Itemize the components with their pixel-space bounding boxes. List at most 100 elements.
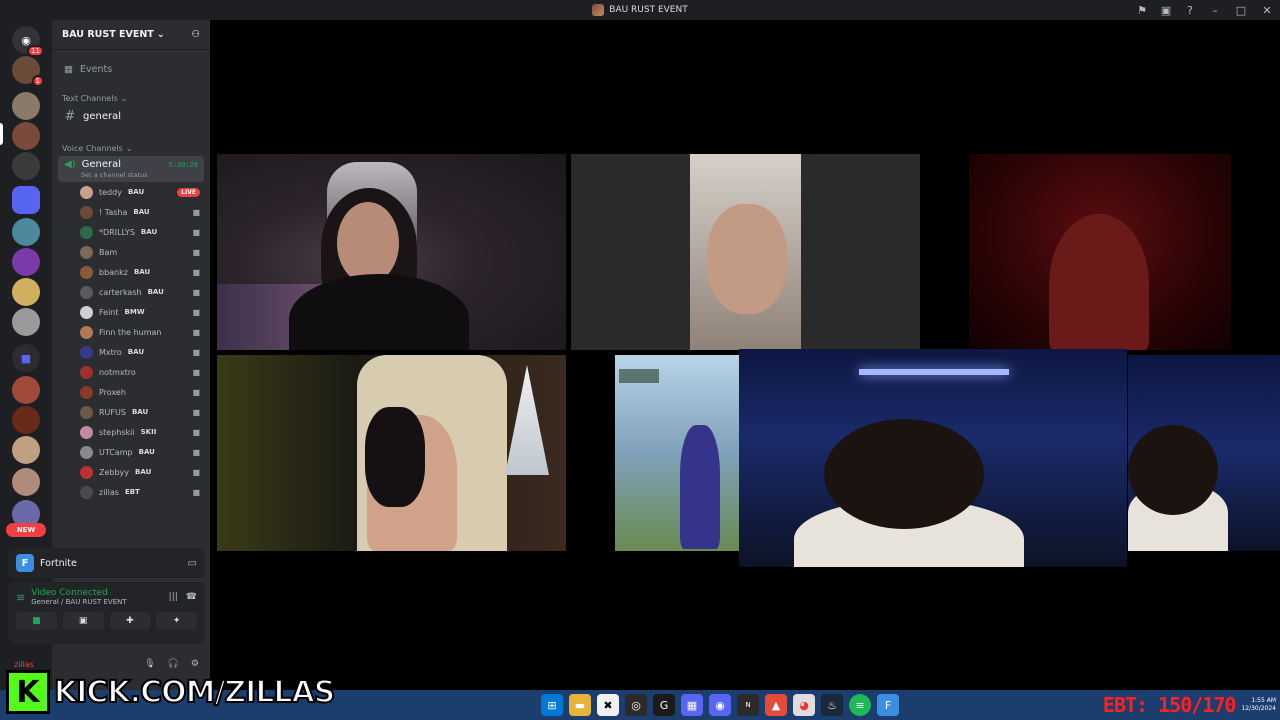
settings-gear-icon[interactable]: ⚙ (191, 659, 199, 669)
soundboard-button[interactable]: ✦ (156, 612, 197, 630)
voice-user-name: Zebbyy (99, 467, 130, 477)
server-icon[interactable] (12, 278, 40, 306)
spotify-icon[interactable]: ≡ (849, 694, 871, 716)
user-tag: BAU (131, 408, 149, 416)
voice-user[interactable]: Finn the human ■ (80, 322, 200, 342)
voice-user[interactable]: Feint BMW ■ (80, 302, 200, 322)
kick-watermark: K KICK.COM/ZILLAS (6, 670, 336, 714)
app-icon[interactable]: ▦ (681, 694, 703, 716)
user-tag: BMW (124, 308, 145, 316)
category-label: Voice Channels (62, 144, 123, 153)
voice-user[interactable]: Mxtro BAU ■ (80, 342, 200, 362)
camera-button[interactable]: ■ (16, 612, 57, 630)
app-icon[interactable]: N (737, 694, 759, 716)
server-icon[interactable] (12, 248, 40, 276)
server-icon[interactable] (12, 376, 40, 404)
screen-icon[interactable]: ▣ (1154, 0, 1178, 20)
folder-icon[interactable]: ■ (12, 344, 40, 372)
voice-user[interactable]: bbankz BAU ■ (80, 262, 200, 282)
video-tile-streamer[interactable] (739, 349, 1127, 567)
fortnite-taskbar-icon[interactable]: F (877, 694, 899, 716)
channel-status[interactable]: Set a channel status (64, 171, 198, 179)
app-icon[interactable]: G (653, 694, 675, 716)
title-bar-controls: ⚑ ▣ ? – □ ✕ (1130, 0, 1280, 20)
voice-user-name: Finn the human (99, 327, 162, 337)
dm-avatar[interactable]: 1 (12, 56, 44, 87)
video-tile-streamer-duplicate[interactable] (1128, 355, 1280, 551)
text-channels-category[interactable]: Text Channels ⌄ (62, 94, 210, 103)
video-tile-participant[interactable] (217, 355, 566, 551)
voice-user[interactable]: *DRILLYS BAU ■ (80, 222, 200, 242)
close-button[interactable]: ✕ (1254, 0, 1280, 20)
server-icon[interactable] (12, 468, 40, 496)
events-label: Events (79, 63, 113, 75)
clock[interactable]: 1:55 AM 12/30/2024 (1241, 697, 1276, 713)
app-icon[interactable]: ✖ (597, 694, 619, 716)
server-icon[interactable] (12, 406, 40, 434)
events-link[interactable]: ▦ Events (58, 58, 204, 80)
video-tile-gameplay[interactable] (615, 355, 739, 551)
avatar (80, 265, 93, 279)
file-explorer-icon[interactable]: ▬ (569, 694, 591, 716)
voice-connected-subtitle[interactable]: General / BAU RUST EVENT (31, 598, 126, 606)
home-button[interactable]: ◉ 11 (12, 26, 44, 57)
chevron-down-icon: ⌄ (125, 144, 133, 153)
headphones-icon[interactable]: 🎧 (168, 659, 179, 669)
voice-connected-label[interactable]: Video Connected (31, 588, 126, 598)
noise-suppression-icon[interactable]: ||| (169, 592, 178, 602)
voice-user[interactable]: Zebbyy BAU ■ (80, 462, 200, 482)
voice-user[interactable]: Proxeh ■ (80, 382, 200, 402)
voice-channel-general[interactable]: ◀) General 5:30:28 Set a channel status (58, 156, 204, 182)
voice-user-name: RUFUS (99, 407, 126, 417)
minimize-button[interactable]: – (1202, 0, 1228, 20)
server-header[interactable]: BAU RUST EVENT ⌄ ⚇ (52, 20, 210, 50)
disconnect-icon[interactable]: ☎ (186, 592, 197, 602)
app-icon[interactable]: ▲ (765, 694, 787, 716)
video-tile-participant[interactable] (969, 154, 1231, 350)
user-name[interactable]: zillas (14, 660, 34, 669)
server-icon[interactable] (12, 92, 40, 120)
voice-user[interactable]: RUFUS BAU ■ (80, 402, 200, 422)
voice-user[interactable]: carterkash BAU ■ (80, 282, 200, 302)
chrome-icon[interactable]: ◕ (793, 694, 815, 716)
server-icon (592, 4, 605, 16)
activity-panel[interactable]: F Fortnite ▭ (8, 548, 205, 578)
activities-button[interactable]: ✚ (109, 612, 151, 630)
voice-user[interactable]: UTCamp BAU ■ (80, 442, 200, 462)
discord-taskbar-icon[interactable]: ◉ (709, 694, 731, 716)
microphone-icon[interactable]: 🎙 (144, 659, 155, 669)
taskbar-apps: ⊞ ▬ ✖ ◎ G ▦ ◉ N ▲ ◕ ♨ ≡ F (541, 694, 899, 716)
voice-user[interactable]: stephskii SKII ■ (80, 422, 200, 442)
app-icon[interactable]: ◎ (625, 694, 647, 716)
screen-share-button[interactable]: ▣ (62, 612, 104, 630)
maximize-button[interactable]: □ (1228, 0, 1254, 20)
video-tile-teddy[interactable] (217, 154, 566, 350)
notification-badge: 1 (31, 75, 44, 87)
steam-icon[interactable]: ♨ (821, 694, 843, 716)
invite-icon[interactable]: ⚇ (191, 29, 200, 40)
video-icon: ■ (192, 447, 200, 457)
video-icon: ■ (192, 287, 200, 297)
user-tag: BAU (133, 268, 151, 276)
avatar (80, 465, 93, 479)
server-icon[interactable] (12, 152, 40, 180)
avatar (80, 225, 93, 239)
server-icon[interactable] (12, 218, 40, 246)
voice-channels-category[interactable]: Voice Channels ⌄ (62, 144, 210, 153)
voice-user[interactable]: notmxtro ■ (80, 362, 200, 382)
server-icon[interactable] (12, 186, 40, 214)
inbox-icon[interactable]: ⚑ (1130, 0, 1154, 20)
voice-user[interactable]: teddy BAU LIVE (80, 182, 200, 202)
start-icon[interactable]: ⊞ (541, 694, 563, 716)
server-icon[interactable] (12, 308, 40, 336)
server-icon[interactable] (12, 436, 40, 464)
voice-user[interactable]: Bam ■ (80, 242, 200, 262)
help-icon[interactable]: ? (1178, 0, 1202, 20)
voice-user[interactable]: ! Tasha BAU ■ (80, 202, 200, 222)
video-tile-participant[interactable] (571, 154, 920, 350)
server-icon-bau[interactable] (12, 122, 40, 150)
screen-share-icon[interactable]: ▭ (188, 558, 197, 569)
voice-user[interactable]: zillas EBT ■ (80, 482, 200, 502)
avatar (80, 425, 93, 439)
channel-general[interactable]: # general (58, 106, 204, 126)
